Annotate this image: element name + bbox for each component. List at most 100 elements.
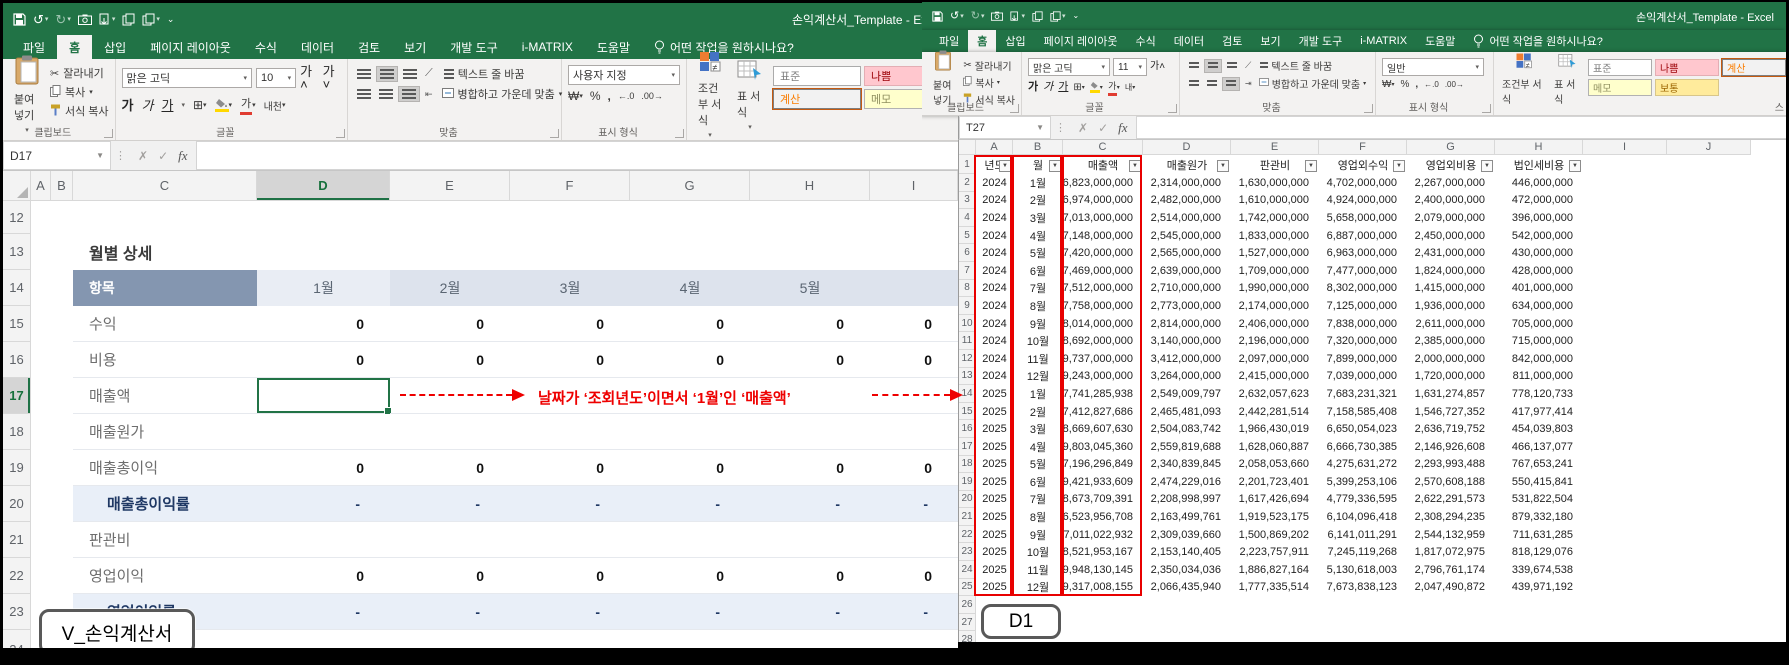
data-cell[interactable]: 550,415,841: [1495, 473, 1583, 491]
value-cell[interactable]: 0: [510, 450, 630, 486]
data-cell[interactable]: 2,267,000,000: [1407, 174, 1495, 192]
cell[interactable]: [1667, 350, 1751, 368]
data-cell[interactable]: 2,549,009,797: [1143, 385, 1231, 403]
cell[interactable]: [51, 486, 73, 522]
formula-input[interactable]: [197, 141, 958, 170]
value-cell[interactable]: [257, 522, 390, 558]
value-cell[interactable]: 0: [510, 342, 630, 378]
data-cell[interactable]: 2,340,839,845: [1143, 456, 1231, 474]
row-label[interactable]: 판관비: [73, 522, 257, 558]
table-header-month-1[interactable]: 1월: [257, 270, 390, 306]
save-icon[interactable]: [932, 11, 943, 22]
menu-tab-6[interactable]: 데이터: [289, 35, 346, 59]
table-header-8[interactable]: 법인세비용▼: [1495, 155, 1583, 174]
table-header-month-2[interactable]: 2월: [390, 270, 510, 306]
decrease-decimal-icon[interactable]: .00→: [641, 91, 663, 101]
data-cell[interactable]: 466,137,077: [1495, 438, 1583, 456]
data-cell[interactable]: 7,683,231,321: [1319, 385, 1407, 403]
value-cell[interactable]: -: [390, 486, 510, 522]
table-header-month-4[interactable]: 4월: [630, 270, 750, 306]
cell[interactable]: [1583, 227, 1667, 245]
menu-tab-5[interactable]: 수식: [243, 35, 289, 59]
data-cell[interactable]: 428,000,000: [1495, 262, 1583, 280]
cell[interactable]: [1667, 491, 1751, 509]
table-header-month-3[interactable]: 3월: [510, 270, 630, 306]
cell[interactable]: [1583, 385, 1667, 403]
cell[interactable]: [1583, 526, 1667, 544]
formula-input[interactable]: [1137, 116, 1786, 139]
save-icon[interactable]: [13, 13, 26, 26]
qat-customize-icon[interactable]: ⌄: [1073, 12, 1080, 20]
data-cell[interactable]: 1,990,000,000: [1231, 280, 1319, 298]
data-cell[interactable]: 7,899,000,000: [1319, 350, 1407, 368]
data-cell[interactable]: 2,385,000,000: [1407, 332, 1495, 350]
column-header-B[interactable]: B: [1013, 140, 1063, 155]
borders-icon[interactable]: ⊞▾: [193, 98, 207, 112]
data-cell[interactable]: 2,097,000,000: [1231, 350, 1319, 368]
data-cell[interactable]: 1,610,000,000: [1231, 192, 1319, 210]
menu-tab-7[interactable]: 검토: [1213, 30, 1251, 52]
data-cell[interactable]: 1,833,000,000: [1231, 227, 1319, 245]
cell[interactable]: [1667, 456, 1751, 474]
data-cell[interactable]: 2,773,000,000: [1143, 297, 1231, 315]
value-cell[interactable]: 0: [630, 558, 750, 594]
decrease-indent-icon[interactable]: ⇤: [422, 87, 436, 102]
font-name-combo[interactable]: 맑은 고딕▾: [1028, 58, 1110, 76]
column-header-C[interactable]: C: [1063, 140, 1143, 155]
row-header-19[interactable]: 19: [3, 450, 31, 486]
data-cell[interactable]: 2,223,757,911: [1231, 543, 1319, 561]
menu-tab-3[interactable]: 삽입: [996, 30, 1034, 52]
cell[interactable]: [31, 522, 51, 558]
value-cell[interactable]: -: [630, 594, 750, 630]
font-color-icon[interactable]: 가▾: [1108, 79, 1120, 96]
data-cell[interactable]: 439,971,192: [1495, 579, 1583, 597]
data-cell[interactable]: 2,611,000,000: [1407, 315, 1495, 333]
data-cell[interactable]: 2,066,435,940: [1143, 579, 1231, 597]
cell[interactable]: [1667, 332, 1751, 350]
value-cell[interactable]: [630, 414, 750, 450]
data-cell[interactable]: 2,201,723,401: [1231, 473, 1319, 491]
data-cell[interactable]: 7,245,119,268: [1319, 543, 1407, 561]
value-cell[interactable]: [390, 414, 510, 450]
font-color-icon[interactable]: 가▾: [240, 95, 256, 115]
font-dialog-launcher[interactable]: [336, 129, 345, 138]
cell[interactable]: [1583, 192, 1667, 210]
increase-indent-icon[interactable]: ⇥: [1242, 77, 1255, 90]
data-cell[interactable]: 7,158,585,408: [1319, 403, 1407, 421]
borders-icon[interactable]: ⊞▾: [1073, 82, 1084, 93]
cell[interactable]: [1667, 526, 1751, 544]
number-format-combo[interactable]: 일반▾: [1382, 58, 1484, 76]
cell[interactable]: [1583, 438, 1667, 456]
value-cell[interactable]: 0: [750, 450, 870, 486]
table-header-4[interactable]: 매출원가▼: [1143, 155, 1231, 174]
undo-icon[interactable]: ↺▾: [33, 13, 48, 26]
data-cell[interactable]: 1,919,523,175: [1231, 508, 1319, 526]
copy-button[interactable]: 복사 ▾: [50, 84, 109, 100]
cell[interactable]: [31, 414, 51, 450]
value-cell[interactable]: 0: [630, 306, 750, 342]
clipboard-dialog-launcher[interactable]: [104, 129, 113, 138]
comma-icon[interactable]: ,: [1415, 79, 1418, 90]
data-cell[interactable]: 2,544,132,959: [1407, 526, 1495, 544]
value-cell[interactable]: 0: [390, 342, 510, 378]
cell[interactable]: [1667, 473, 1751, 491]
column-header-F[interactable]: F: [510, 171, 630, 201]
insert-function-icon[interactable]: fx: [1118, 120, 1127, 136]
data-cell[interactable]: 4,275,631,272: [1319, 456, 1407, 474]
data-cell[interactable]: 2,406,000,000: [1231, 315, 1319, 333]
data-cell[interactable]: 2,504,083,742: [1143, 420, 1231, 438]
data-cell[interactable]: 2,814,000,000: [1143, 315, 1231, 333]
row-header-20[interactable]: 20: [3, 486, 31, 522]
grow-font-icon[interactable]: 가˄: [300, 65, 318, 91]
value-cell[interactable]: [257, 414, 390, 450]
data-cell[interactable]: 7,838,000,000: [1319, 315, 1407, 333]
cell[interactable]: [1667, 297, 1751, 315]
row-label[interactable]: 매출총이익: [73, 450, 257, 486]
data-cell[interactable]: 401,000,000: [1495, 280, 1583, 298]
cell[interactable]: [1667, 315, 1751, 333]
cell[interactable]: [976, 631, 1786, 642]
data-cell[interactable]: 430,000,000: [1495, 244, 1583, 262]
column-header-F[interactable]: F: [1319, 140, 1407, 155]
data-cell[interactable]: 1,617,426,694: [1231, 491, 1319, 509]
value-cell[interactable]: 0: [630, 450, 750, 486]
